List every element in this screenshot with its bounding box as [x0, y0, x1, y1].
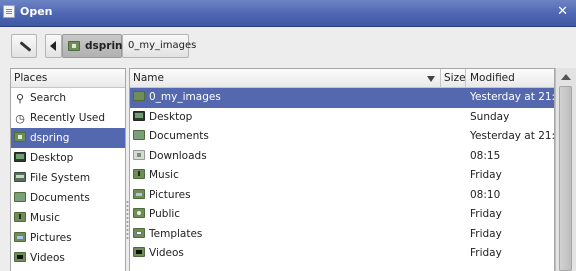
column-header-label: Name	[133, 72, 164, 84]
file-name: Desktop	[149, 110, 193, 123]
column-header-modified[interactable]: Modified	[466, 69, 554, 88]
music-folder-icon	[133, 169, 145, 179]
file-name-cell: Desktop	[133, 108, 192, 128]
place-item-music[interactable]: Music	[11, 208, 125, 228]
file-row[interactable]: Templates Friday	[130, 225, 554, 245]
file-row[interactable]: Public Friday	[130, 205, 554, 225]
file-row[interactable]: Downloads 08:15	[130, 147, 554, 167]
place-item-videos[interactable]: Videos	[11, 248, 125, 268]
file-modified: 08:15	[470, 149, 501, 162]
file-name: Downloads	[149, 149, 207, 162]
place-label: Search	[30, 92, 67, 104]
document-icon	[3, 5, 15, 18]
file-name-cell: Downloads	[133, 147, 207, 167]
file-modified: Friday	[470, 208, 502, 220]
home-folder-icon	[68, 41, 80, 51]
file-row[interactable]: 0_my_images Yesterday at 21:22	[130, 88, 554, 108]
place-item-pictures[interactable]: Pictures	[11, 228, 125, 248]
file-name: 0_my_images	[149, 91, 221, 103]
file-name: Pictures	[149, 188, 191, 201]
file-name-cell: Documents	[133, 127, 209, 147]
scroll-up-arrow-icon[interactable]	[561, 74, 571, 80]
file-modified: Sunday	[470, 110, 510, 123]
public-folder-icon	[133, 208, 145, 218]
vertical-scrollbar[interactable]	[555, 68, 576, 271]
file-modified: Friday	[470, 227, 502, 240]
file-name-cell: Pictures	[133, 186, 191, 206]
sort-descending-icon	[427, 76, 435, 82]
title-bar[interactable]: Open ✕	[0, 0, 576, 27]
column-header-label: Modified	[470, 72, 515, 84]
file-name: Templates	[149, 227, 203, 240]
file-modified: 08:10	[470, 188, 501, 201]
downloads-folder-icon	[133, 149, 145, 160]
file-modified: Yesterday at 21:22	[470, 91, 555, 103]
edit-location-button[interactable]	[11, 34, 37, 58]
place-label: Recently Used	[30, 112, 106, 124]
place-item-file-system[interactable]: File System	[11, 168, 125, 188]
file-row[interactable]: Videos Friday	[130, 244, 554, 264]
breadcrumb-0-my-images[interactable]: 0_my_images	[122, 34, 196, 58]
places-panel: Places ⚲ Search ◷ Recently Used dspring De…	[10, 68, 126, 271]
place-label: File System	[30, 172, 91, 184]
file-row[interactable]: Music Friday	[130, 166, 554, 186]
file-name-cell: Public	[133, 205, 180, 225]
file-name-cell: Videos	[133, 244, 184, 264]
file-row[interactable]: Pictures 08:10	[130, 186, 554, 206]
videos-folder-icon	[14, 252, 26, 262]
home-folder-icon	[14, 132, 26, 142]
pictures-folder-icon	[14, 232, 26, 242]
file-modified: Friday	[470, 169, 502, 181]
folder-icon	[133, 91, 145, 101]
file-name: Public	[149, 208, 181, 220]
videos-folder-icon	[133, 247, 145, 257]
desktop-icon	[14, 152, 26, 162]
file-name-cell: Templates	[133, 225, 202, 245]
place-item-search[interactable]: ⚲ Search	[11, 88, 125, 108]
breadcrumb-dspring[interactable]: dspring	[62, 34, 130, 58]
place-item-dspring[interactable]: dspring	[11, 128, 125, 148]
place-label: Videos	[30, 252, 65, 264]
scrollbar-thumb[interactable]	[559, 86, 572, 271]
file-row[interactable]: Documents Yesterday at 21:28	[130, 127, 554, 147]
place-item-recently-used[interactable]: ◷ Recently Used	[11, 108, 125, 128]
place-label: Documents	[30, 192, 90, 204]
place-item-desktop[interactable]: Desktop	[11, 148, 125, 168]
file-list: Name Size Modified 0_my_images Yesterday…	[129, 68, 555, 271]
file-name: Videos	[149, 247, 184, 259]
file-name-cell: 0_my_images	[133, 88, 221, 108]
window-title: Open	[20, 5, 53, 18]
file-name: Documents	[149, 130, 209, 142]
music-folder-icon	[14, 212, 26, 222]
column-header-name[interactable]: Name	[130, 69, 441, 88]
clock-icon: ◷	[15, 112, 25, 125]
places-header: Places	[11, 69, 125, 88]
pictures-folder-icon	[133, 188, 145, 199]
documents-folder-icon	[133, 130, 145, 140]
breadcrumb-label: 0_my_images	[128, 40, 197, 51]
search-icon: ⚲	[15, 92, 25, 105]
file-modified: Friday	[470, 247, 502, 259]
place-label: dspring	[30, 132, 70, 144]
place-item-documents[interactable]: Documents	[11, 188, 125, 208]
file-row[interactable]: Desktop Sunday	[130, 108, 554, 128]
arrow-left-icon	[50, 41, 56, 51]
file-list-header: Name Size Modified	[130, 69, 554, 88]
drive-icon	[14, 172, 26, 182]
back-button[interactable]	[45, 34, 62, 58]
templates-folder-icon	[133, 227, 145, 238]
documents-folder-icon	[14, 192, 26, 202]
file-name-cell: Music	[133, 166, 179, 186]
place-label: Desktop	[30, 152, 74, 164]
file-name: Music	[149, 169, 179, 181]
place-label: Pictures	[30, 232, 72, 244]
toolbar: dspring 0_my_images	[0, 27, 576, 67]
desktop-folder-icon	[133, 110, 145, 121]
column-header-label: Size	[444, 72, 466, 84]
close-button[interactable]: ✕	[557, 4, 568, 19]
place-label: Music	[30, 212, 60, 224]
column-header-size[interactable]: Size	[441, 69, 466, 88]
file-modified: Yesterday at 21:28	[470, 130, 555, 142]
pencil-icon	[19, 41, 32, 52]
